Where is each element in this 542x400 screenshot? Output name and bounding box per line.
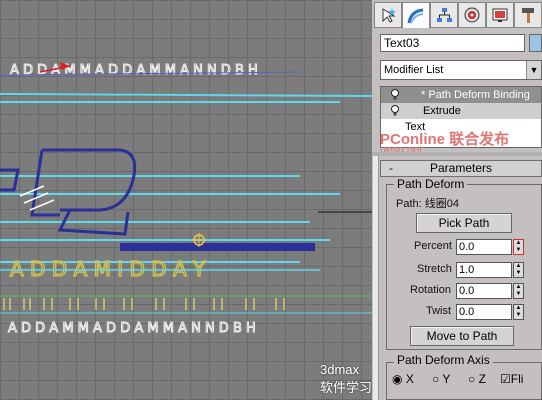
yellow-ticks [3, 298, 285, 310]
modifier-list-dropdown[interactable]: Modifier List ▼ [380, 60, 542, 80]
display-tab[interactable] [486, 2, 514, 28]
white-arrows [19, 185, 55, 211]
stack-item-path-deform-binding[interactable]: * Path Deform Binding [381, 87, 541, 103]
move-to-path-button[interactable]: Move to Path [410, 326, 514, 346]
twist-label: Twist [426, 305, 452, 317]
hierarchy-tab[interactable] [430, 2, 458, 28]
path-label: Path: 线圈04 [396, 198, 459, 210]
twist-spinner[interactable]: ▲ ▼ [513, 304, 524, 320]
rotation-label: Rotation [410, 284, 451, 296]
command-panel-tabs [372, 0, 542, 28]
axis-x-radio[interactable]: ◉ X [392, 372, 414, 386]
parameters-rollout-header[interactable]: - Parameters [380, 160, 542, 177]
utilities-tab[interactable] [514, 2, 542, 28]
rotation-spinner[interactable]: ▲ ▼ [513, 283, 524, 299]
axis-z-radio[interactable]: ○ Z [468, 372, 486, 386]
perspective-viewport[interactable]: A D D A M M A D D A M M A N N D B H A D … [0, 0, 372, 400]
pick-path-button[interactable]: Pick Path [416, 213, 512, 233]
axis-x-label: X [405, 372, 414, 386]
modifier-list-label: Modifier List [384, 64, 444, 76]
axis-z-label: Z [478, 372, 486, 386]
percent-field[interactable]: 0.0 [456, 239, 512, 255]
percent-spinner[interactable]: ▲ ▼ [513, 239, 524, 255]
yellow-text-row: A D D A M I D D A Y [10, 257, 206, 281]
modify-tab[interactable] [402, 2, 430, 28]
twist-field[interactable]: 0.0 [456, 304, 512, 320]
flip-checkbox[interactable]: ☑Fli [500, 372, 523, 386]
wechat-watermark: 3dmax软件学习平台 [320, 362, 372, 400]
axis-y-radio[interactable]: ○ Y [432, 372, 450, 386]
panel-divider [372, 152, 542, 156]
command-panel: Text03 Modifier List ▼ * Path Deform Bin… [372, 0, 542, 400]
chevron-down-icon[interactable]: ▼ [526, 61, 541, 79]
create-tab[interactable] [374, 2, 402, 28]
stretch-field[interactable]: 1.0 [456, 262, 512, 278]
lightbulb-icon[interactable] [390, 89, 400, 100]
cursor-star-icon [382, 8, 396, 23]
rotation-field[interactable]: 0.0 [456, 283, 512, 299]
flip-label: Fli [510, 372, 524, 386]
stack-item-label: * Path Deform Binding [421, 89, 530, 101]
stretch-spinner[interactable]: ▲ ▼ [513, 262, 524, 278]
cyan-lines [0, 93, 372, 263]
display-icon [492, 8, 508, 22]
lightbulb-icon[interactable] [390, 105, 400, 116]
stretch-label: Stretch [417, 263, 452, 275]
modify-arc-icon [407, 8, 424, 23]
scene-drawing: A D D A M M A D D A M M A N N D B H A D … [0, 62, 372, 337]
panel-scrollbar[interactable] [373, 156, 379, 400]
hierarchy-icon [437, 8, 452, 22]
motion-tab[interactable] [458, 2, 486, 28]
path-deform-group-title: Path Deform [394, 177, 468, 191]
stack-item-extrude[interactable]: Extrude [381, 103, 541, 119]
object-color-swatch[interactable] [529, 34, 542, 52]
blue-bar [120, 243, 315, 251]
percent-label: Percent [414, 240, 452, 252]
path-deform-axis-title: Path Deform Axis [394, 353, 493, 367]
motion-icon [464, 7, 480, 23]
stack-item-label: Extrude [423, 105, 461, 117]
rollout-title: Parameters [429, 161, 493, 175]
object-name-field[interactable]: Text03 [380, 34, 525, 52]
deformed-text-bottom: A D D A M M A D D A M M A N N D B H [8, 321, 256, 336]
axis-y-label: Y [442, 372, 451, 386]
hammer-icon [522, 8, 534, 23]
